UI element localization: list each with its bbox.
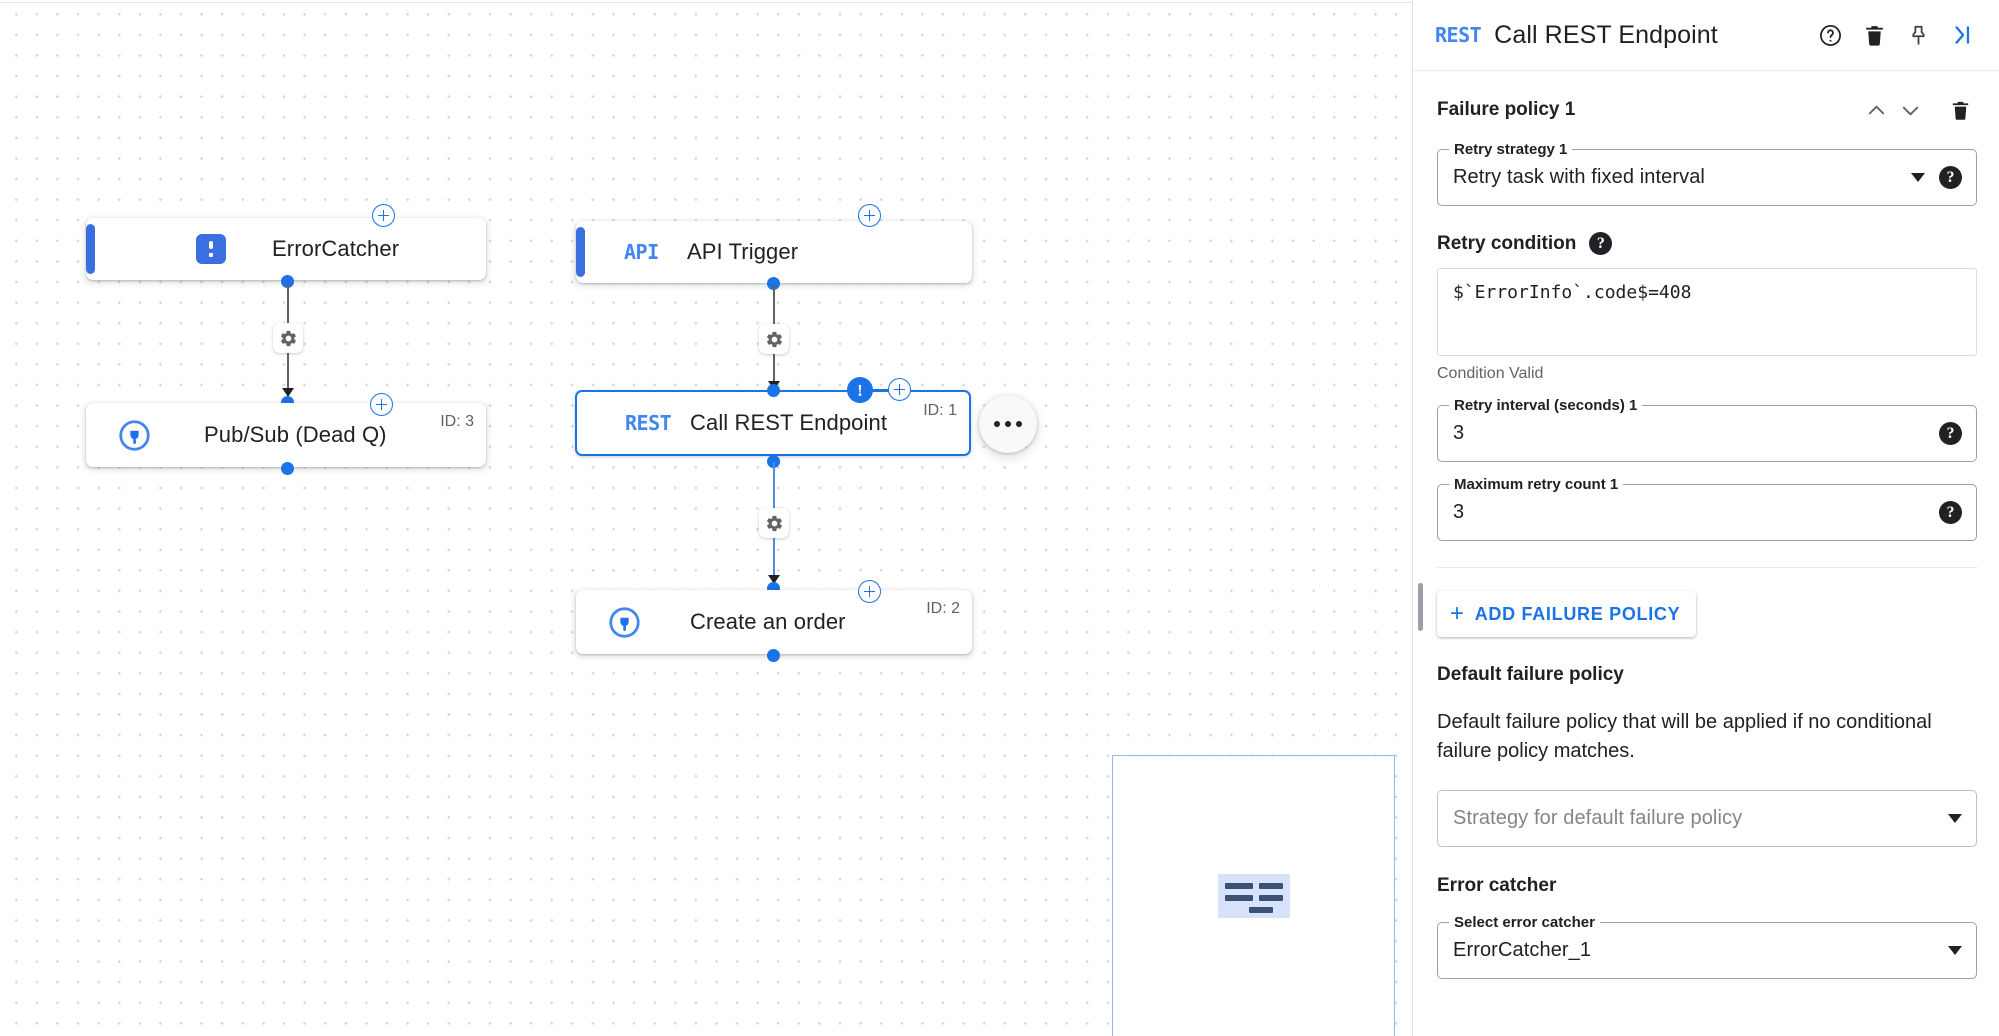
panel-scrollbar[interactable] xyxy=(1418,583,1423,631)
node-input-port[interactable] xyxy=(767,384,780,397)
help-icon[interactable] xyxy=(1813,18,1847,52)
node-create-an-order[interactable]: Create an order ID: 2 xyxy=(576,590,972,654)
node-label: ErrorCatcher xyxy=(272,236,399,262)
node-call-rest-endpoint[interactable]: REST Call REST Endpoint ID: 1 xyxy=(575,390,971,456)
move-up-icon[interactable] xyxy=(1859,93,1893,127)
failure-policy-title: Failure policy 1 xyxy=(1437,99,1859,121)
node-id-label: ID: 1 xyxy=(923,402,957,420)
delete-icon[interactable] xyxy=(1857,18,1891,52)
chevron-down-icon[interactable] xyxy=(1948,946,1962,955)
failure-policy-header: Failure policy 1 xyxy=(1437,93,1977,127)
panel-title: Call REST Endpoint xyxy=(1494,21,1803,50)
retry-condition-input[interactable]: $`ErrorInfo`.code$=408 xyxy=(1437,268,1977,356)
default-failure-policy-title: Default failure policy xyxy=(1437,664,1977,686)
add-node-button-api-trigger[interactable] xyxy=(858,204,881,227)
help-icon[interactable]: ? xyxy=(1589,232,1612,255)
panel-body[interactable]: Failure policy 1 R xyxy=(1413,71,1999,1036)
default-strategy-placeholder: Strategy for default failure policy xyxy=(1453,807,1940,830)
move-down-icon[interactable] xyxy=(1893,93,1927,127)
help-icon[interactable]: ? xyxy=(1939,422,1962,445)
connector-plug-icon xyxy=(608,606,641,639)
retry-interval-field[interactable]: Retry interval (seconds) 1 3 ? xyxy=(1437,405,1977,462)
section-divider xyxy=(1437,567,1977,568)
max-retry-count-field[interactable]: Maximum retry count 1 3 ? xyxy=(1437,484,1977,541)
node-label: Call REST Endpoint xyxy=(690,410,887,436)
collapse-panel-icon[interactable] xyxy=(1945,18,1979,52)
retry-condition-label: Retry condition xyxy=(1437,233,1576,255)
edge-settings-gear-icon[interactable] xyxy=(273,323,303,353)
minimap-placeholder-icon xyxy=(1218,874,1290,918)
node-api-trigger[interactable]: API API Trigger xyxy=(576,221,972,283)
chevron-down-icon[interactable] xyxy=(1948,814,1962,823)
add-node-button-rest[interactable] xyxy=(888,378,911,401)
retry-interval-legend: Retry interval (seconds) 1 xyxy=(1449,397,1642,414)
error-catcher-legend: Select error catcher xyxy=(1449,914,1600,931)
add-failure-policy-button[interactable]: + ADD FAILURE POLICY xyxy=(1437,591,1696,637)
error-catcher-title: Error catcher xyxy=(1437,875,1977,897)
retry-strategy-legend: Retry strategy 1 xyxy=(1449,141,1572,158)
workflow-canvas[interactable]: ErrorCatcher Pub/Sub (Dead Q) ID: 3 xyxy=(0,0,1412,1036)
error-catcher-value: ErrorCatcher_1 xyxy=(1453,939,1940,962)
chevron-down-icon[interactable] xyxy=(1911,173,1925,182)
add-node-button-errorcatcher[interactable] xyxy=(372,204,395,227)
canvas-minimap[interactable] xyxy=(1112,755,1395,1036)
pin-icon[interactable] xyxy=(1901,18,1935,52)
node-accent-bar xyxy=(86,224,95,274)
error-badge-text: ! xyxy=(857,382,863,399)
node-pubsub-dead-q[interactable]: Pub/Sub (Dead Q) ID: 3 xyxy=(86,403,486,467)
integration-editor-screen: ErrorCatcher Pub/Sub (Dead Q) ID: 3 xyxy=(0,0,1999,1036)
connector-plug-icon xyxy=(118,419,151,452)
panel-header: REST Call REST Endpoint xyxy=(1413,0,1999,71)
delete-failure-policy-icon[interactable] xyxy=(1943,93,1977,127)
max-retry-count-legend: Maximum retry count 1 xyxy=(1449,476,1623,493)
default-failure-policy-description: Default failure policy that will be appl… xyxy=(1437,708,1977,766)
task-config-panel: REST Call REST Endpoint xyxy=(1412,0,1999,1036)
add-node-button-create-order[interactable] xyxy=(858,580,881,603)
add-failure-policy-label: ADD FAILURE POLICY xyxy=(1475,604,1681,625)
retry-condition-label-row: Retry condition ? xyxy=(1437,232,1977,255)
node-more-options-button[interactable] xyxy=(979,395,1037,453)
node-output-port[interactable] xyxy=(767,649,780,662)
api-logo-text: API xyxy=(624,240,659,264)
node-accent-bar xyxy=(576,227,585,277)
api-logo-icon: API xyxy=(624,240,659,264)
node-label: API Trigger xyxy=(687,239,798,265)
retry-condition-status: Condition Valid xyxy=(1437,365,1977,383)
retry-condition-value: $`ErrorInfo`.code$=408 xyxy=(1453,282,1691,303)
rest-logo-text: REST xyxy=(1435,23,1481,47)
node-label: Pub/Sub (Dead Q) xyxy=(204,422,387,448)
canvas-top-divider xyxy=(0,2,1412,3)
node-id-label: ID: 3 xyxy=(440,413,474,431)
retry-interval-value: 3 xyxy=(1453,422,1925,445)
plus-icon: + xyxy=(1450,602,1465,626)
rest-logo-text: REST xyxy=(625,411,671,435)
node-output-port[interactable] xyxy=(281,462,294,475)
error-badge-icon[interactable]: ! xyxy=(847,377,873,403)
max-retry-count-value: 3 xyxy=(1453,501,1925,524)
default-strategy-select[interactable]: Strategy for default failure policy xyxy=(1437,790,1977,847)
node-errorcatcher[interactable]: ErrorCatcher xyxy=(86,218,486,280)
retry-strategy-select[interactable]: Retry strategy 1 Retry task with fixed i… xyxy=(1437,149,1977,206)
retry-strategy-value: Retry task with fixed interval xyxy=(1453,166,1903,189)
error-catcher-icon xyxy=(196,234,226,264)
error-badge-connector-right xyxy=(872,389,888,392)
help-icon[interactable]: ? xyxy=(1939,501,1962,524)
edge-settings-gear-icon[interactable] xyxy=(759,324,789,354)
add-node-button-pubsub[interactable] xyxy=(370,393,393,416)
error-catcher-select[interactable]: Select error catcher ErrorCatcher_1 xyxy=(1437,922,1977,979)
help-icon[interactable]: ? xyxy=(1939,166,1962,189)
node-label: Create an order xyxy=(690,609,846,635)
node-id-label: ID: 2 xyxy=(926,600,960,618)
rest-logo-icon: REST xyxy=(1435,23,1481,47)
edge-settings-gear-icon[interactable] xyxy=(759,508,789,538)
rest-logo-icon: REST xyxy=(625,411,671,435)
